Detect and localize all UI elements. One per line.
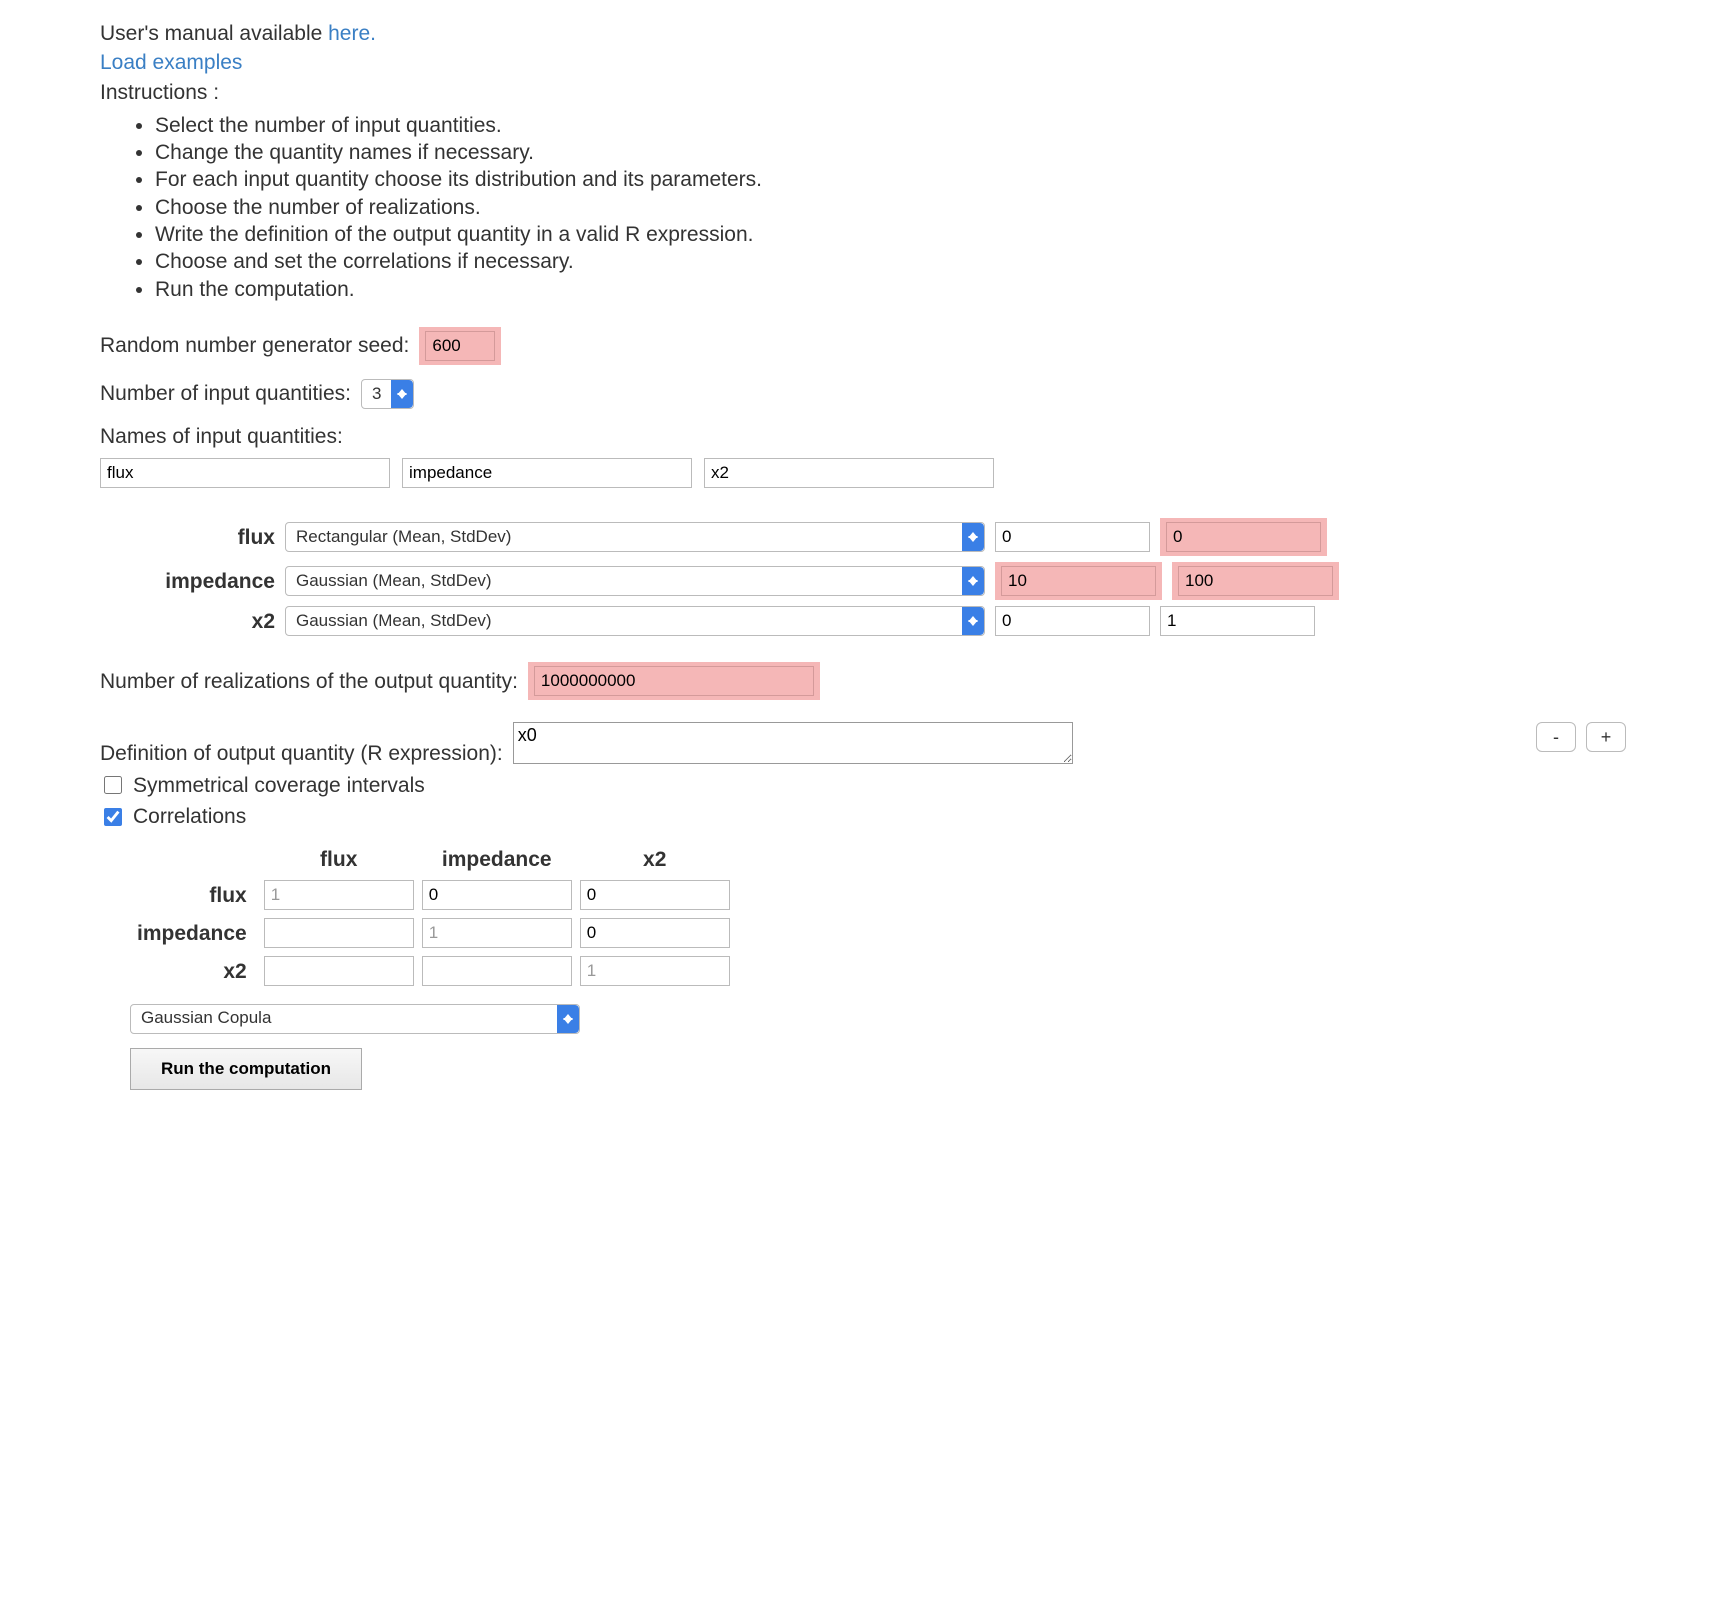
num-quantities-select[interactable]: 3 — [361, 379, 414, 409]
symmetrical-checkbox[interactable] — [104, 776, 122, 794]
corr-col-header: impedance — [421, 846, 573, 873]
distribution-select[interactable]: Rectangular (Mean, StdDev) — [285, 522, 985, 552]
seed-label: Random number generator seed: — [100, 332, 409, 359]
stepper-icon — [962, 607, 984, 635]
param2-input[interactable] — [1178, 566, 1333, 596]
instruction-item: Choose the number of realizations. — [155, 194, 1626, 221]
corr-col-header: x2 — [579, 846, 731, 873]
distribution-select[interactable]: Gaussian (Mean, StdDev) — [285, 566, 985, 596]
instruction-item: Choose and set the correlations if neces… — [155, 248, 1626, 275]
instruction-item: Run the computation. — [155, 276, 1626, 303]
run-button[interactable]: Run the computation — [130, 1048, 362, 1090]
quantity-name-input[interactable] — [704, 458, 994, 488]
instructions-list: Select the number of input quantities. C… — [100, 112, 1626, 303]
param1-input[interactable] — [1001, 566, 1156, 596]
corr-cell[interactable] — [580, 918, 730, 948]
instruction-item: For each input quantity choose its distr… — [155, 166, 1626, 193]
stepper-icon — [962, 567, 984, 595]
corr-cell[interactable] — [264, 880, 414, 910]
corr-row-header: x2 — [136, 955, 257, 987]
seed-input[interactable] — [425, 331, 495, 361]
param-highlight — [1172, 562, 1339, 600]
symmetrical-label: Symmetrical coverage intervals — [133, 772, 425, 799]
num-quantities-value: 3 — [362, 381, 391, 407]
corr-row-header: flux — [136, 879, 257, 911]
param1-input[interactable] — [995, 606, 1150, 636]
corr-cell[interactable] — [580, 956, 730, 986]
param-highlight — [1160, 518, 1327, 556]
row-quantity-name: impedance — [130, 568, 275, 595]
stepper-icon — [557, 1005, 579, 1033]
corr-cell[interactable] — [264, 956, 414, 986]
row-quantity-name: x2 — [130, 608, 275, 635]
correlations-label: Correlations — [133, 803, 246, 830]
row-quantity-name: flux — [130, 524, 275, 551]
load-examples-link[interactable]: Load examples — [100, 51, 242, 74]
output-def-label: Definition of output quantity (R express… — [100, 740, 503, 767]
distribution-table: flux Rectangular (Mean, StdDev) impedanc… — [130, 518, 1626, 636]
distribution-select[interactable]: Gaussian (Mean, StdDev) — [285, 606, 985, 636]
distribution-row: x2 Gaussian (Mean, StdDev) — [130, 606, 1626, 636]
stepper-icon — [962, 523, 984, 551]
manual-link[interactable]: here. — [328, 22, 376, 45]
corr-cell[interactable] — [422, 918, 572, 948]
stepper-icon — [391, 380, 413, 408]
instruction-item: Change the quantity names if necessary. — [155, 139, 1626, 166]
output-expression-input[interactable] — [513, 722, 1073, 764]
corr-cell[interactable] — [264, 918, 414, 948]
names-label: Names of input quantities: — [100, 423, 1626, 450]
distribution-row: flux Rectangular (Mean, StdDev) — [130, 518, 1626, 556]
remove-output-button[interactable]: - — [1536, 722, 1576, 752]
corr-cell[interactable] — [422, 956, 572, 986]
manual-line: User's manual available here. — [100, 20, 1626, 47]
instruction-item: Select the number of input quantities. — [155, 112, 1626, 139]
seed-highlight — [419, 327, 501, 365]
instructions-label: Instructions : — [100, 79, 1626, 106]
quantity-name-input[interactable] — [100, 458, 390, 488]
correlation-matrix: flux impedance x2 flux impedance x2 Gaus… — [130, 840, 1626, 1089]
add-output-button[interactable]: + — [1586, 722, 1626, 752]
corr-col-header: flux — [263, 846, 415, 873]
quantity-name-input[interactable] — [402, 458, 692, 488]
realizations-highlight — [528, 662, 820, 700]
num-quantities-label: Number of input quantities: — [100, 380, 351, 407]
param2-input[interactable] — [1160, 606, 1315, 636]
corr-row-header: impedance — [136, 917, 257, 949]
realizations-input[interactable] — [534, 666, 814, 696]
corr-cell[interactable] — [580, 880, 730, 910]
corr-cell[interactable] — [422, 880, 572, 910]
param1-input[interactable] — [995, 522, 1150, 552]
copula-select[interactable]: Gaussian Copula — [130, 1004, 580, 1034]
instruction-item: Write the definition of the output quant… — [155, 221, 1626, 248]
param2-input[interactable] — [1166, 522, 1321, 552]
manual-prefix: User's manual available — [100, 22, 328, 45]
correlations-checkbox[interactable] — [104, 808, 122, 826]
param-highlight — [995, 562, 1162, 600]
realizations-label: Number of realizations of the output qua… — [100, 668, 518, 695]
distribution-row: impedance Gaussian (Mean, StdDev) — [130, 562, 1626, 600]
